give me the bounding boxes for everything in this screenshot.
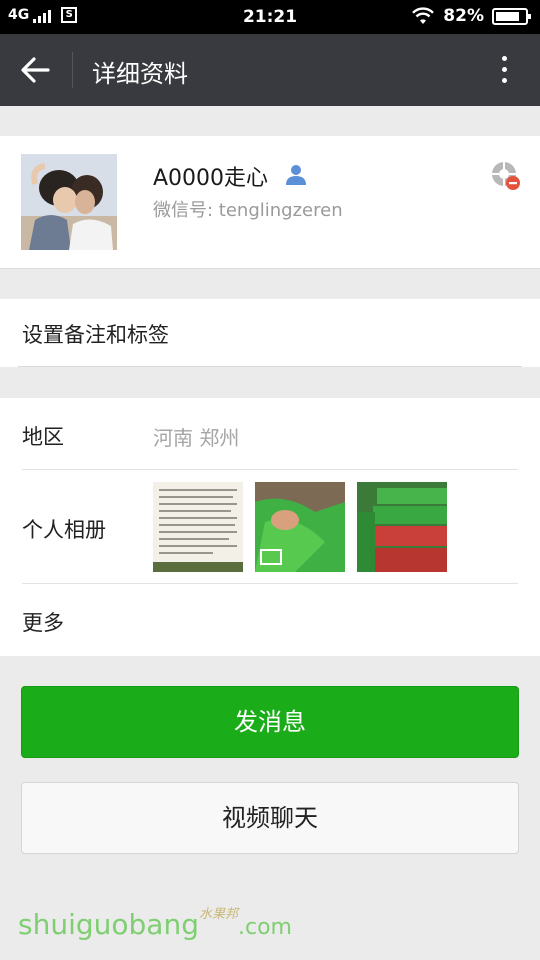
album-label: 个人相册 (22, 518, 106, 542)
info-card: 地区 河南 郑州 个人相册 更多 (0, 398, 540, 656)
watermark-cn: 水果邦 (198, 907, 238, 922)
more-menu-button[interactable] (490, 54, 520, 86)
remark-row[interactable]: 设置备注和标签 (0, 299, 540, 367)
more-label: 更多 (22, 611, 64, 635)
arrow-left-icon (21, 57, 50, 83)
send-message-button[interactable]: 发消息 (21, 686, 519, 758)
remark-label: 设置备注和标签 (22, 323, 169, 347)
battery-percent: 82% (443, 6, 484, 26)
wifi-icon (412, 7, 435, 24)
profile-card: A0000走心 微信号: tenglingzeren (0, 136, 540, 269)
wechat-id: 微信号: tenglingzeren (153, 200, 343, 221)
region-value: 河南 郑州 (153, 426, 240, 450)
person-icon (286, 165, 306, 185)
battery-icon (492, 7, 531, 25)
watermark: shuiguobang水果邦.com (18, 907, 292, 941)
back-button[interactable] (14, 52, 58, 88)
battery-level (496, 11, 519, 21)
remark-divider (18, 366, 522, 367)
page-title: 详细资料 (92, 60, 188, 88)
more-vertical-icon (502, 56, 507, 61)
row-divider (22, 583, 518, 584)
watermark-suffix: .com (237, 915, 292, 940)
status-right: 82% (411, 6, 531, 26)
row-divider (22, 469, 518, 470)
avatar[interactable] (21, 154, 117, 250)
watermark-text: shuiguobang (18, 908, 199, 941)
action-bar: 详细资料 (0, 34, 540, 106)
nickname: A0000走心 (153, 166, 269, 191)
header-divider (72, 52, 73, 88)
album-thumbnail (357, 482, 447, 572)
block-icon[interactable] (490, 160, 522, 192)
status-bar: 4G S 21:21 82% (0, 0, 540, 34)
region-label: 地区 (22, 425, 64, 449)
album-thumbnail (153, 482, 243, 572)
video-chat-button[interactable]: 视频聊天 (21, 782, 519, 854)
avatar-image (21, 154, 117, 250)
album-thumbnail (255, 482, 345, 572)
